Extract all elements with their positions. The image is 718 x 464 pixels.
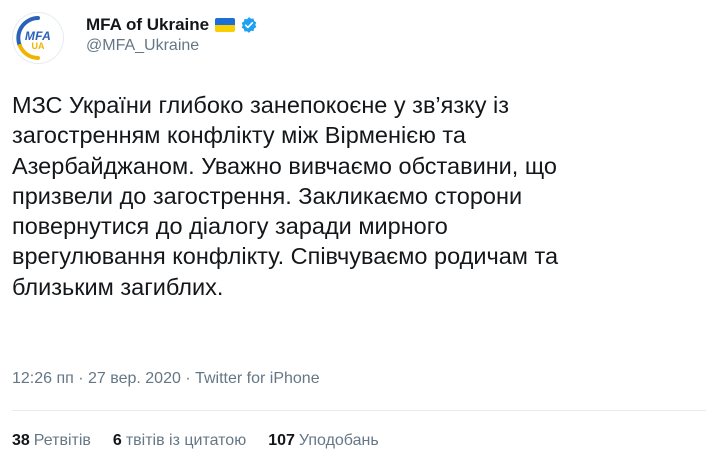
- quotes-label: твітів із цитатою: [125, 432, 247, 449]
- divider: [12, 410, 706, 411]
- tweet-meta: 12:26 пп · 27 вер. 2020 · Twitter for iP…: [12, 370, 320, 388]
- meta-separator: ·: [180, 370, 196, 387]
- avatar-label-ua: UA: [31, 41, 45, 51]
- avatar[interactable]: MFA UA: [12, 12, 64, 64]
- ukraine-flag-icon: [215, 18, 236, 32]
- tweet-source[interactable]: Twitter for iPhone: [195, 370, 320, 387]
- tweet-date[interactable]: 27 вер. 2020: [88, 370, 181, 387]
- tweet-stats: 38 Ретвітів 6 твітів із цитатою 107 Уподоба…: [12, 432, 401, 450]
- retweets-label: Ретвітів: [33, 432, 91, 449]
- verified-badge-icon: [241, 17, 257, 33]
- name-row: MFA of Ukraine: [86, 14, 258, 36]
- quotes-count: 6: [112, 432, 122, 449]
- account-handle[interactable]: @MFA_Ukraine: [86, 37, 258, 55]
- likes-count: 107: [268, 432, 295, 449]
- display-name[interactable]: MFA of Ukraine: [86, 15, 209, 35]
- tweet-header: MFA UA MFA of Ukraine @MFA_Ukraine: [12, 12, 612, 64]
- meta-separator: ·: [73, 370, 89, 387]
- retweets-stat[interactable]: 38 Ретвітів: [12, 432, 91, 450]
- tweet-text: МЗС України глибоко занепокоєне у зв’язк…: [12, 92, 559, 300]
- retweets-count: 38: [12, 432, 30, 449]
- account-names: MFA of Ukraine @MFA_Ukraine: [86, 14, 258, 55]
- quotes-stat[interactable]: 6 твітів із цитатою: [113, 432, 246, 450]
- tweet-time[interactable]: 12:26 пп: [12, 370, 74, 387]
- likes-label: Уподобань: [298, 432, 379, 449]
- likes-stat[interactable]: 107 Уподобань: [268, 432, 378, 450]
